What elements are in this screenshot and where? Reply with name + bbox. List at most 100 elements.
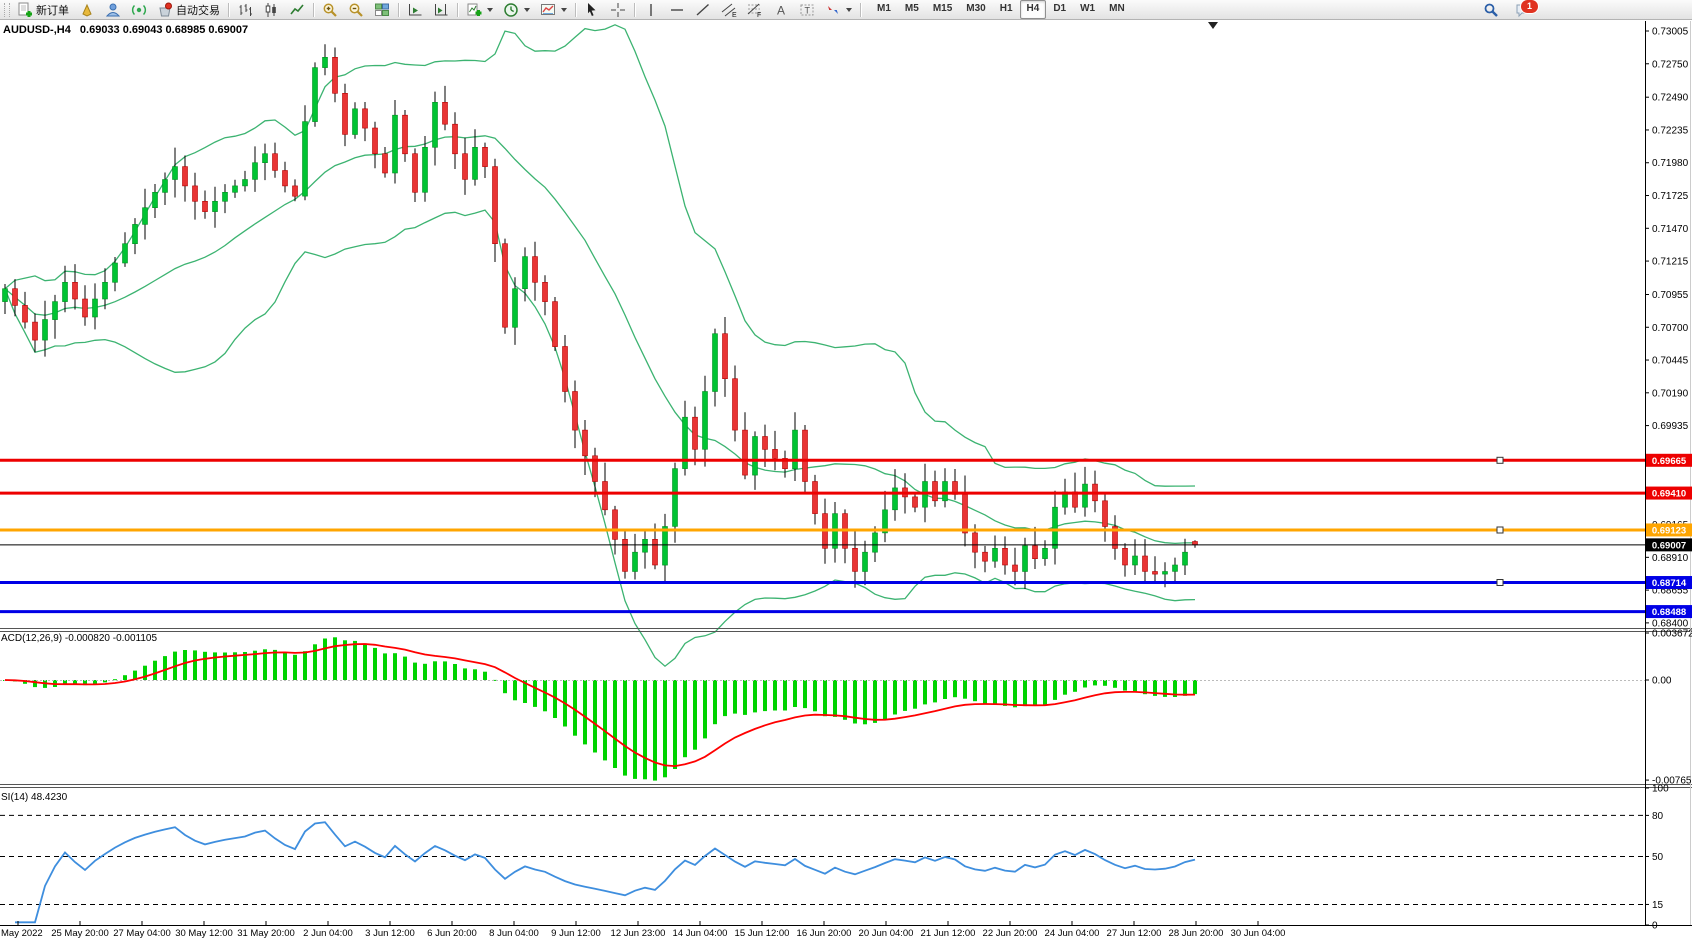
price-tick-label: 0.71980 — [1652, 158, 1689, 169]
candle-bearish — [1013, 565, 1018, 571]
candle-bearish — [553, 302, 558, 347]
timeframe-button-W1[interactable]: W1 — [1073, 0, 1102, 19]
candle-bullish — [53, 302, 58, 320]
timeframe-button-H4[interactable]: H4 — [1020, 0, 1047, 19]
svg-text:0.68714: 0.68714 — [1652, 578, 1687, 589]
candle-bullish — [3, 289, 8, 302]
channel-icon: E — [721, 2, 737, 18]
text-button[interactable]: A — [768, 0, 794, 19]
svg-text:0.68488: 0.68488 — [1652, 607, 1686, 618]
equidistant-channel-button[interactable]: E — [716, 0, 742, 19]
timeframe-button-D1[interactable]: D1 — [1046, 0, 1073, 19]
candle-bearish — [363, 109, 368, 128]
price-tick-label: 0.72235 — [1652, 125, 1689, 136]
candle-bullish — [473, 147, 478, 179]
horizontal-line-button[interactable] — [664, 0, 690, 19]
candle-bullish — [1083, 484, 1088, 507]
tile-windows-button[interactable] — [369, 0, 395, 19]
periods-button[interactable] — [498, 0, 535, 19]
timeframe-button-MN[interactable]: MN — [1102, 0, 1132, 19]
price-tick-label: 0.70700 — [1652, 323, 1689, 334]
rsi-tick-label: 100 — [1652, 784, 1669, 795]
candle-bearish — [813, 482, 818, 514]
svg-text:0.69410: 0.69410 — [1652, 489, 1686, 500]
candle-bearish — [763, 437, 768, 450]
arrows-shapes-button[interactable] — [820, 0, 857, 19]
periods-clock-icon — [503, 2, 519, 18]
line-chart-button[interactable] — [284, 0, 310, 19]
horizontal-line-icon — [669, 2, 685, 18]
chart-shift-button[interactable] — [428, 0, 454, 19]
search-button[interactable] — [1478, 0, 1504, 19]
line-selection-handle[interactable] — [1497, 580, 1503, 586]
time-tick-label: 16 Jun 20:00 — [797, 928, 852, 939]
zoom-in-button[interactable] — [317, 0, 343, 19]
market-gold-button[interactable] — [74, 0, 100, 19]
candle-bearish — [1143, 556, 1148, 571]
candlestick-chart-button[interactable] — [258, 0, 284, 19]
time-tick-label: 30 Jun 04:00 — [1231, 928, 1286, 939]
candle-bearish — [613, 510, 618, 540]
candle-bullish — [313, 68, 318, 122]
crosshair-button[interactable] — [605, 0, 631, 19]
macd-indicator-label: ACD(12,26,9) -0.000820 -0.001105 — [1, 633, 157, 644]
candle-bearish — [733, 379, 738, 430]
candle-bullish — [253, 163, 258, 180]
candle-bullish — [263, 154, 268, 163]
chat-button[interactable]: 1 — [1510, 0, 1537, 19]
toolbar-separator — [575, 3, 576, 17]
timeframe-button-H1[interactable]: H1 — [993, 0, 1020, 19]
candle-bearish — [193, 186, 198, 201]
line-selection-handle[interactable] — [1497, 457, 1503, 463]
candle-bearish — [693, 417, 698, 449]
macd-histogram — [3, 637, 1197, 780]
cursor-button[interactable] — [579, 0, 605, 19]
community-button[interactable] — [100, 0, 126, 19]
time-tick-label: 27 Jun 12:00 — [1107, 928, 1162, 939]
vertical-line-icon — [643, 2, 659, 18]
line-selection-handle[interactable] — [1497, 527, 1503, 533]
candle-bullish — [63, 282, 68, 301]
candle-bullish — [43, 320, 48, 341]
auto-scroll-button[interactable] — [402, 0, 428, 19]
time-tick-label: 6 Jun 20:00 — [427, 928, 477, 939]
candle-bearish — [503, 244, 508, 328]
toolbar-separator — [398, 3, 399, 17]
candle-bearish — [973, 533, 978, 552]
fibonacci-button[interactable]: F — [742, 0, 768, 19]
macd-tick-label: 0.003672 — [1652, 629, 1692, 640]
toolbar-separator — [860, 3, 861, 17]
rsi-tick-label: 15 — [1652, 900, 1664, 911]
indicators-add-icon — [466, 2, 482, 18]
templates-button[interactable] — [535, 0, 572, 19]
candle-bullish — [143, 208, 148, 225]
indicators-button[interactable] — [461, 0, 498, 19]
templates-dropdown-caret — [561, 8, 567, 12]
svg-text:0.69123: 0.69123 — [1652, 525, 1686, 536]
text-label-button[interactable]: T — [794, 0, 820, 19]
timeframe-button-M30[interactable]: M30 — [959, 0, 992, 19]
trendline-button[interactable] — [690, 0, 716, 19]
price-tick-label: 0.71470 — [1652, 224, 1689, 235]
search-icon — [1483, 2, 1499, 18]
time-tick-label: 12 Jun 23:00 — [611, 928, 666, 939]
chart-canvas[interactable]: 0.730050.727500.724900.722350.719800.717… — [0, 0, 1692, 939]
vertical-line-button[interactable] — [638, 0, 664, 19]
signals-button[interactable] — [126, 0, 152, 19]
candle-bearish — [183, 167, 188, 186]
auto-trading-button[interactable]: 自动交易 — [152, 0, 225, 19]
toolbar-grip[interactable] — [4, 3, 10, 17]
new-order-button[interactable]: 新订单 — [12, 0, 74, 19]
timeframe-button-M15[interactable]: M15 — [926, 0, 959, 19]
time-tick-label: 2 Jun 04:00 — [303, 928, 353, 939]
candle-bearish — [383, 154, 388, 173]
text-label-icon: T — [799, 2, 815, 18]
zoom-out-button[interactable] — [343, 0, 369, 19]
candle-bearish — [743, 430, 748, 475]
timeframe-button-M5[interactable]: M5 — [898, 0, 926, 19]
candle-bearish — [1033, 546, 1038, 559]
timeframe-button-M1[interactable]: M1 — [870, 0, 898, 19]
candle-bullish — [1053, 507, 1058, 548]
candle-bullish — [323, 57, 328, 67]
bar-chart-button[interactable] — [232, 0, 258, 19]
